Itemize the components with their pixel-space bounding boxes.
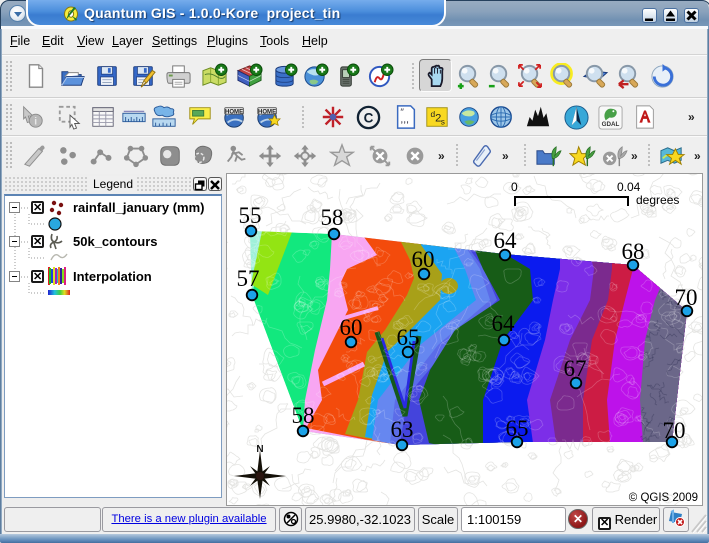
svg-text:C: C	[364, 110, 374, 125]
svg-text:63: 63	[391, 417, 414, 442]
svg-text:′′: ′′	[400, 107, 404, 117]
svg-text:0: 0	[511, 180, 518, 194]
svg-text:degrees: degrees	[636, 193, 679, 207]
svg-text:i: i	[34, 116, 37, 127]
svg-text:58: 58	[321, 205, 344, 230]
svg-text:N: N	[256, 444, 263, 455]
svg-text:© QGIS 2009: © QGIS 2009	[629, 492, 698, 504]
svg-text:s: s	[441, 116, 445, 126]
svg-text:HOME: HOME	[258, 109, 276, 115]
svg-text:58: 58	[292, 403, 315, 428]
svg-text:GDAL: GDAL	[602, 121, 620, 128]
svg-text:HOME: HOME	[225, 109, 243, 115]
svg-text:0.04: 0.04	[617, 180, 641, 194]
svg-text:64: 64	[492, 311, 516, 336]
svg-text:55: 55	[239, 203, 262, 228]
svg-text:57: 57	[237, 266, 260, 291]
